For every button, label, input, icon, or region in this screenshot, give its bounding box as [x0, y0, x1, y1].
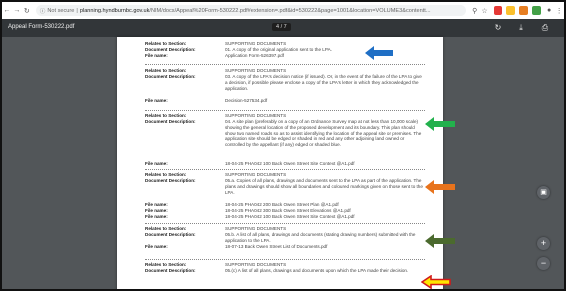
pdf-page: Relates to Section: SUPPORTING DOCUMENTS… — [117, 37, 455, 289]
divider — [145, 259, 425, 260]
extension-icon[interactable] — [506, 6, 516, 15]
olive-arrow-annotation — [425, 234, 455, 248]
info-icon[interactable]: ⓘ — [40, 7, 46, 15]
blue-arrow-annotation — [365, 46, 393, 60]
document-entry: Relates to Section: SUPPORTING DOCUMENTS… — [145, 226, 435, 256]
section-label: Relates to Section: — [145, 226, 187, 231]
pdf-viewer-toolbar: Appeal Form-530222.pdf 4 / 7 ↻ ⤓ ⎙ — [2, 19, 564, 37]
section-label: Relates to Section: — [145, 172, 187, 177]
description-label: Document Description: — [145, 47, 196, 52]
screenshot-frame: ← → ↻ ⓘ Not secure | planning.hyndburnbc… — [0, 0, 566, 291]
section-value: SUPPORTING DOCUMENTS — [225, 226, 287, 231]
section-value: SUPPORTING DOCUMENTS — [225, 113, 287, 118]
divider — [145, 110, 425, 111]
file-name-label: File name: — [145, 161, 168, 166]
file-name-label: File name: — [145, 53, 168, 58]
description-label: Document Description: — [145, 268, 196, 273]
file-name-label: File name: — [145, 244, 168, 249]
file-name-value: 18-04-25 PHA042 100 Back Owen Street Sit… — [225, 214, 355, 219]
section-value: SUPPORTING DOCUMENTS — [225, 68, 287, 73]
file-name-value: 18-04-25 PHA042 200 Back Owen Street Pla… — [225, 202, 339, 207]
file-name-label: File name: — [145, 208, 168, 213]
arrow-shape — [365, 46, 393, 60]
zoom-icon[interactable]: ⚲ — [470, 7, 480, 15]
description-value: 05.a. Copies of all plans, drawings and … — [225, 178, 423, 195]
menu-icon[interactable]: ⋮ — [554, 7, 564, 15]
description-label: Document Description: — [145, 178, 196, 183]
profile-avatar[interactable]: ● — [544, 7, 554, 14]
section-label: Relates to Section: — [145, 68, 187, 73]
divider — [145, 169, 425, 170]
document-entry: Relates to Section: SUPPORTING DOCUMENTS… — [145, 262, 435, 286]
section-label: Relates to Section: — [145, 113, 187, 118]
section-value: SUPPORTING DOCUMENTS — [225, 172, 287, 177]
description-value: 05.b. A list of all plans, drawings and … — [225, 232, 416, 243]
security-label: Not secure — [47, 7, 75, 14]
file-name-value: 18-04-25 PHA042 300 Back Owen Street Ele… — [225, 208, 351, 213]
file-name-value: Decision-527534.pdf — [225, 98, 268, 103]
divider — [145, 64, 425, 65]
back-arrow-icon[interactable]: ← — [2, 7, 12, 14]
address-bar[interactable]: ⓘ Not secure | planning.hyndburnbc.gov.u… — [35, 5, 466, 16]
document-entry: Relates to Section: SUPPORTING DOCUMENTS… — [145, 113, 435, 173]
description-value: 04. A site plan (preferably on a copy of… — [225, 119, 422, 148]
extension-icon[interactable] — [519, 6, 529, 15]
file-name-value: 18-07-13 Back Owen Street List of Docume… — [225, 244, 328, 249]
extension-icon[interactable] — [532, 6, 542, 15]
page-indicator[interactable]: 4 / 7 — [272, 23, 291, 31]
file-name-label: File name: — [145, 214, 168, 219]
document-entry: Relates to Section: SUPPORTING DOCUMENTS… — [145, 172, 435, 222]
arrow-shape — [425, 234, 455, 248]
zoom-out-icon[interactable]: − — [537, 257, 550, 270]
file-name-label: File name: — [145, 98, 168, 103]
document-title: Appeal Form-530222.pdf — [8, 24, 75, 30]
section-label: Relates to Section: — [145, 41, 187, 46]
url-path: /NIM/docs/Appeal%20Form-530222.pdf#exten… — [149, 7, 431, 14]
arrow-shape — [425, 180, 455, 194]
print-icon[interactable]: ⎙ — [539, 22, 551, 34]
arrow-shape — [421, 275, 451, 289]
arrow-shape — [425, 117, 455, 131]
yellow-outlined-arrow-annotation — [421, 275, 451, 289]
description-label: Document Description: — [145, 119, 196, 124]
section-value: SUPPORTING DOCUMENTS — [225, 41, 287, 46]
section-value: SUPPORTING DOCUMENTS — [225, 262, 287, 267]
description-label: Document Description: — [145, 232, 196, 237]
document-entry: Relates to Section: SUPPORTING DOCUMENTS… — [145, 68, 435, 108]
description-label: Document Description: — [145, 74, 196, 79]
description-value: 01. A copy of the original application s… — [225, 47, 332, 52]
green-arrow-annotation — [425, 117, 455, 131]
reload-icon[interactable]: ↻ — [22, 7, 32, 15]
file-name-value: 18-04-25 PHA042 100 Back Owen Street Sit… — [225, 161, 355, 166]
fit-page-icon[interactable]: ▣ — [537, 186, 550, 199]
star-icon[interactable]: ☆ — [480, 7, 490, 15]
description-value: 03. A copy of the LPA's decision notice … — [225, 74, 422, 91]
file-name-label: File name: — [145, 202, 168, 207]
url-domain: planning.hyndburnbc.gov.uk — [79, 7, 150, 14]
forward-arrow-icon[interactable]: → — [12, 7, 22, 14]
extension-icon[interactable] — [493, 6, 503, 15]
browser-toolbar: ← → ↻ ⓘ Not secure | planning.hyndburnbc… — [2, 2, 564, 20]
description-value: 05.(c) A list of all plans, drawings and… — [225, 268, 409, 273]
section-label: Relates to Section: — [145, 262, 187, 267]
orange-arrow-annotation — [425, 180, 455, 194]
download-icon[interactable]: ⤓ — [515, 22, 527, 34]
rotate-icon[interactable]: ↻ — [492, 22, 504, 34]
file-name-value: Application Form-526397.pdf — [225, 53, 284, 58]
divider — [145, 223, 425, 224]
zoom-in-icon[interactable]: + — [537, 237, 550, 250]
